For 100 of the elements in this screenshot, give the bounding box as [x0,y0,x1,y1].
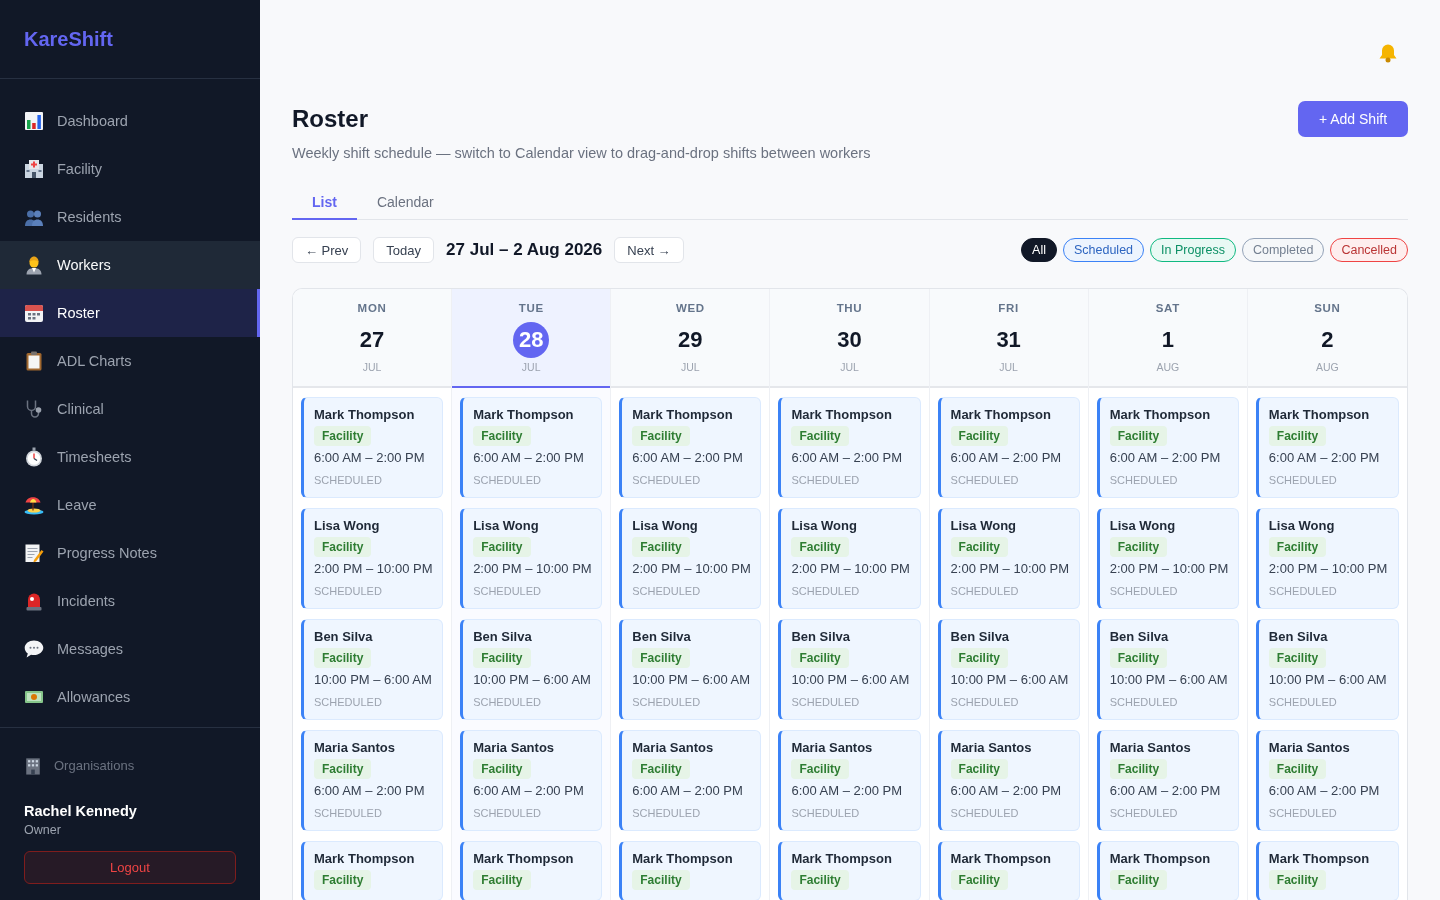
shift-time: 6:00 AM – 2:00 PM [1109,782,1221,800]
shift-card[interactable]: Mark Thompson Facility [937,841,1080,900]
logout-button[interactable]: Logout [24,851,236,884]
shift-card[interactable]: Maria Santos Facility 6:00 AM – 2:00 PM SCHEDULED [301,730,444,831]
weekday-label: FRI [998,301,1019,315]
shift-card[interactable]: Maria Santos Facility 6:00 AM – 2:00 PM SCHEDULED [1255,730,1399,831]
shift-card[interactable]: Lisa Wong Facility 2:00 PM – 10:00 PM SCHEDULED [460,508,603,609]
status-filter[interactable]: In Progress [1150,238,1236,262]
worker-name: Maria Santos [1109,739,1191,757]
worker-name: Mark Thompson [791,406,892,424]
worker-name: Lisa Wong [632,517,698,535]
location-tag: Facility [791,426,849,446]
shift-card[interactable]: Lisa Wong Facility 2:00 PM – 10:00 PM SCHEDULED [937,508,1080,609]
day-number: 27 [358,326,386,354]
shift-card[interactable]: Mark Thompson Facility [460,841,603,900]
shift-status: SCHEDULED [1268,806,1337,820]
nav-item[interactable]: Messages [0,625,260,673]
shift-card[interactable]: Mark Thompson Facility [619,841,762,900]
shift-card[interactable]: Mark Thompson Facility [778,841,921,900]
shift-status: SCHEDULED [473,806,541,820]
month-label: JUL [521,360,541,374]
shift-status: SCHEDULED [1268,695,1337,709]
nav-item[interactable]: Allowances [0,673,260,721]
shift-card[interactable]: Lisa Wong Facility 2:00 PM – 10:00 PM SCHEDULED [778,508,921,609]
location-tag: Facility [791,870,849,890]
shift-card[interactable]: Mark Thompson Facility 6:00 AM – 2:00 PM SCHEDULED [1255,397,1399,498]
shift-card[interactable]: Mark Thompson Facility 6:00 AM – 2:00 PM SCHEDULED [301,397,444,498]
worker-name: Mark Thompson [1268,850,1370,868]
shift-card[interactable]: Maria Santos Facility 6:00 AM – 2:00 PM SCHEDULED [778,730,921,831]
location-tag: Facility [1268,870,1327,890]
person-icon [24,255,44,275]
status-filter[interactable]: Cancelled [1330,238,1408,262]
nav-item[interactable]: Progress Notes [0,529,260,577]
shift-card[interactable]: Lisa Wong Facility 2:00 PM – 10:00 PM SCHEDULED [1096,508,1239,609]
shift-status: SCHEDULED [950,473,1019,487]
user-role: Owner [24,822,61,838]
organisations-link[interactable]: Organisations [24,756,135,776]
shift-card[interactable]: Lisa Wong Facility 2:00 PM – 10:00 PM SCHEDULED [1255,508,1399,609]
shift-status: SCHEDULED [1109,584,1178,598]
shift-card[interactable]: Mark Thompson Facility 6:00 AM – 2:00 PM SCHEDULED [937,397,1080,498]
shift-card[interactable]: Mark Thompson Facility 6:00 AM – 2:00 PM SCHEDULED [1096,397,1239,498]
shift-card[interactable]: Mark Thompson Facility 6:00 AM – 2:00 PM SCHEDULED [460,397,603,498]
nav-item[interactable]: Residents [0,193,260,241]
shift-card[interactable]: Mark Thompson Facility [1096,841,1239,900]
weekday-label: WED [675,301,705,315]
nav-item[interactable]: Dashboard [0,97,260,145]
nav-item[interactable]: Incidents [0,577,260,625]
status-filter[interactable]: Completed [1241,238,1325,262]
shift-status: SCHEDULED [473,584,541,598]
worker-name: Mark Thompson [632,406,733,424]
shift-time: 6:00 AM – 2:00 PM [632,782,743,800]
shift-card[interactable]: Mark Thompson Facility [301,841,444,900]
location-tag: Facility [473,426,531,446]
shift-card[interactable]: Maria Santos Facility 6:00 AM – 2:00 PM SCHEDULED [1096,730,1239,831]
month-label: JUL [840,360,859,374]
today-button[interactable]: Today [373,237,435,263]
location-tag: Facility [473,648,531,668]
shift-time: 10:00 PM – 6:00 AM [314,671,432,689]
nav-item[interactable]: Workers [0,241,260,289]
location-tag: Facility [950,537,1008,557]
worker-name: Maria Santos [314,739,395,757]
shift-card[interactable]: Maria Santos Facility 6:00 AM – 2:00 PM SCHEDULED [937,730,1080,831]
next-week-button[interactable]: Next → [614,237,684,263]
worker-name: Mark Thompson [314,850,415,868]
nav-item[interactable]: Timesheets [0,433,260,481]
shift-card[interactable]: Ben Silva Facility 10:00 PM – 6:00 AM SCHEDULED [1255,619,1399,720]
shift-time: 2:00 PM – 10:00 PM [1268,560,1388,578]
shift-card[interactable]: Ben Silva Facility 10:00 PM – 6:00 AM SCHEDULED [937,619,1080,720]
nav-item[interactable]: ADL Charts [0,337,260,385]
shift-time: 10:00 PM – 6:00 AM [473,671,591,689]
prev-week-button[interactable]: ← Prev [292,237,362,263]
shift-card[interactable]: Mark Thompson Facility 6:00 AM – 2:00 PM SCHEDULED [778,397,921,498]
view-tab[interactable]: Calendar [356,184,454,220]
shift-card[interactable]: Maria Santos Facility 6:00 AM – 2:00 PM SCHEDULED [460,730,603,831]
shift-card[interactable]: Mark Thompson Facility [1255,841,1399,900]
shift-card[interactable]: Ben Silva Facility 10:00 PM – 6:00 AM SCHEDULED [1096,619,1239,720]
status-filter[interactable]: Scheduled [1062,238,1145,262]
shift-status: SCHEDULED [314,695,382,709]
shift-card[interactable]: Ben Silva Facility 10:00 PM – 6:00 AM SCHEDULED [619,619,762,720]
nav-item[interactable]: Facility [0,145,260,193]
shift-card[interactable]: Lisa Wong Facility 2:00 PM – 10:00 PM SCHEDULED [619,508,762,609]
shift-card[interactable]: Ben Silva Facility 10:00 PM – 6:00 AM SCHEDULED [460,619,603,720]
view-tab[interactable]: List [292,184,357,220]
shift-card[interactable]: Maria Santos Facility 6:00 AM – 2:00 PM SCHEDULED [619,730,762,831]
nav-item[interactable]: Clinical [0,385,260,433]
worker-name: Mark Thompson [1268,406,1370,424]
day-number: 31 [995,326,1022,354]
shift-card[interactable]: Mark Thompson Facility 6:00 AM – 2:00 PM SCHEDULED [619,397,762,498]
shift-time: 6:00 AM – 2:00 PM [632,449,743,467]
status-filter[interactable]: All [1021,238,1057,262]
add-shift-button[interactable]: + Add Shift [1298,101,1408,137]
shift-card[interactable]: Ben Silva Facility 10:00 PM – 6:00 AM SCHEDULED [301,619,444,720]
nav-item[interactable]: Roster [0,289,260,337]
worker-name: Ben Silva [791,628,850,646]
shift-time: 6:00 AM – 2:00 PM [1109,449,1221,467]
nav-item[interactable]: Leave [0,481,260,529]
location-tag: Facility [632,537,690,557]
shift-card[interactable]: Ben Silva Facility 10:00 PM – 6:00 AM SCHEDULED [778,619,921,720]
worker-name: Maria Santos [1268,739,1350,757]
shift-card[interactable]: Lisa Wong Facility 2:00 PM – 10:00 PM SCHEDULED [301,508,444,609]
